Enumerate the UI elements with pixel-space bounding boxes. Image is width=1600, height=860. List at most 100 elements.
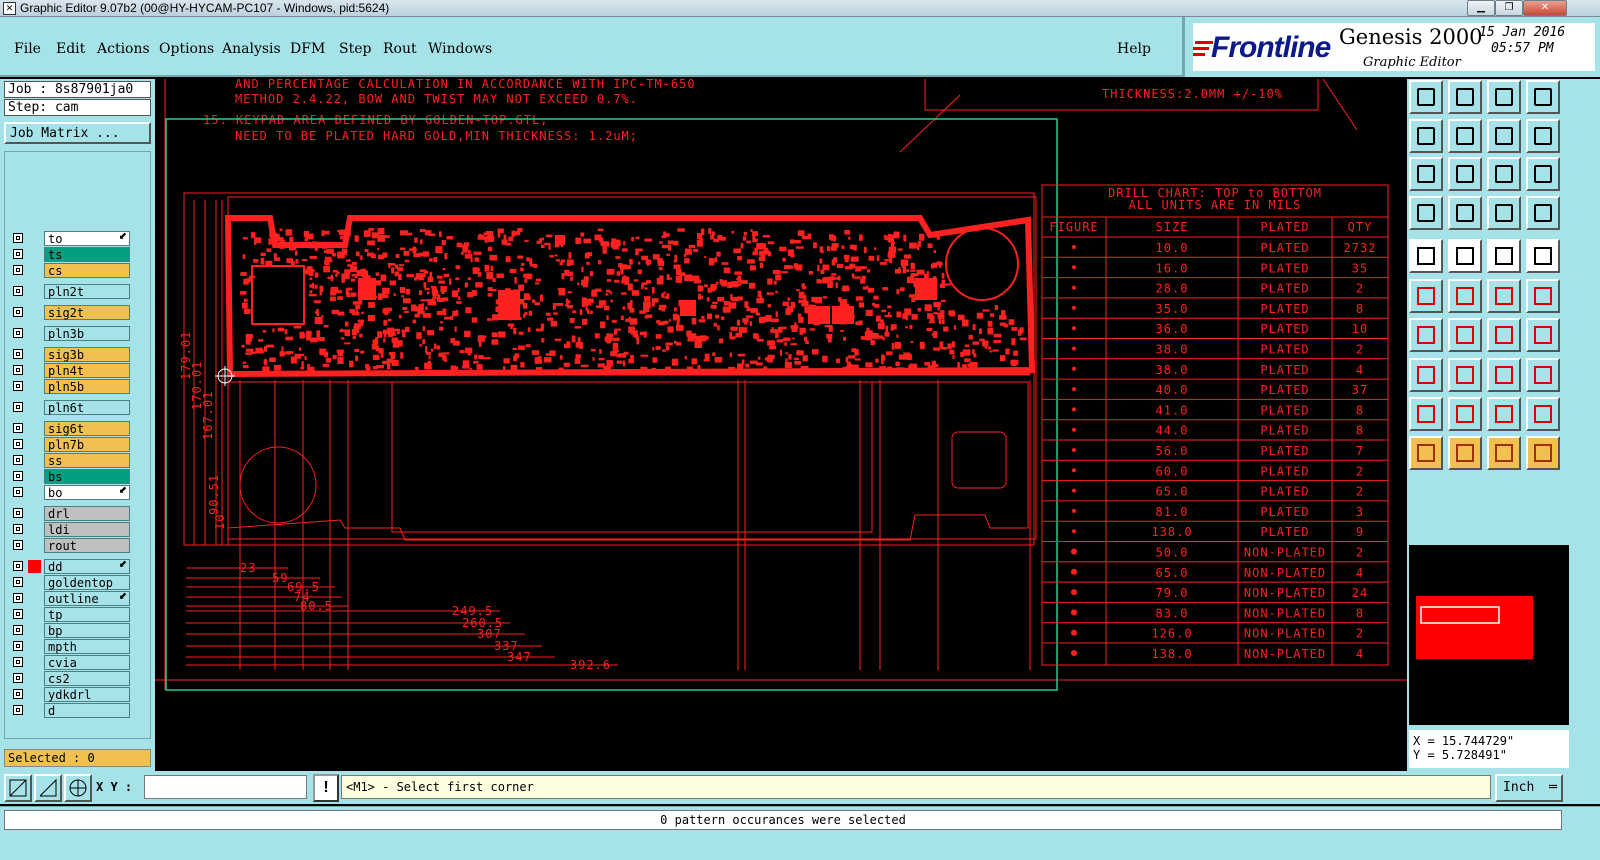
close-button[interactable]: ✕ <box>1523 0 1567 16</box>
layer-row-outline[interactable]: outline ⬋ <box>8 591 130 606</box>
layer-name[interactable]: bs <box>44 469 130 484</box>
layer-name[interactable]: to <box>44 231 130 246</box>
layer-name[interactable]: cvia <box>44 655 130 670</box>
dot-fill-button[interactable] <box>1526 239 1560 273</box>
layer-row-pln7b[interactable]: pln7b <box>8 437 130 452</box>
menu-actions[interactable]: Actions <box>97 41 150 57</box>
menu-help[interactable]: Help <box>1117 41 1151 57</box>
maximize-button[interactable]: ❐ <box>1495 0 1523 16</box>
wrench-button[interactable] <box>1409 196 1443 230</box>
query-button[interactable] <box>1526 157 1560 191</box>
layer-name[interactable]: bp <box>44 623 130 638</box>
layer-name[interactable]: ldi <box>44 522 130 537</box>
diag-red-button[interactable] <box>1526 279 1560 313</box>
layer-row-ss[interactable]: ss <box>8 453 130 468</box>
layer-row-sig6t[interactable]: sig6t <box>8 421 130 436</box>
node-x-button[interactable] <box>1448 279 1482 313</box>
layer-name[interactable]: pln5b <box>44 379 130 394</box>
layer-name[interactable]: dd <box>44 559 130 574</box>
circle-select-button[interactable] <box>1409 239 1443 273</box>
layer-checkbox[interactable] <box>13 423 23 433</box>
layer-checkbox[interactable] <box>13 381 23 391</box>
layer-name[interactable]: ydkdrl <box>44 687 130 702</box>
ruler-button[interactable] <box>1487 239 1521 273</box>
move-red-button[interactable] <box>1487 279 1521 313</box>
layer-name[interactable]: bo <box>44 485 130 500</box>
arc-draw-button[interactable] <box>1448 318 1482 352</box>
layer-checkbox[interactable] <box>13 307 23 317</box>
layer-row-d[interactable]: d <box>8 703 130 718</box>
layer-checkbox[interactable] <box>13 455 23 465</box>
layer-checkbox[interactable] <box>13 233 23 243</box>
layer-name[interactable]: sig3b <box>44 347 130 362</box>
layer-checkbox[interactable] <box>13 657 23 667</box>
layer-row-ts[interactable]: ts <box>8 247 130 262</box>
layer-name[interactable]: pln7b <box>44 437 130 452</box>
layer-checkbox[interactable] <box>13 265 23 275</box>
connect-button[interactable] <box>1448 196 1482 230</box>
layer-name[interactable]: rout <box>44 538 130 553</box>
layer-name[interactable]: ss <box>44 453 130 468</box>
menu-analysis[interactable]: Analysis <box>222 41 281 57</box>
layer-checkbox[interactable] <box>13 641 23 651</box>
layer-checkbox[interactable] <box>13 286 23 296</box>
red-select-button[interactable] <box>1487 196 1521 230</box>
triangle-4-button[interactable] <box>1526 397 1560 431</box>
pointer-1-button[interactable] <box>1409 436 1443 470</box>
layer-row-tp[interactable]: tp <box>8 607 130 622</box>
layer-checkbox[interactable] <box>13 625 23 635</box>
step-down-button[interactable] <box>1448 80 1482 114</box>
menu-options[interactable]: Options <box>159 41 214 57</box>
layer-name[interactable]: sig6t <box>44 421 130 436</box>
layer-name[interactable]: cs2 <box>44 671 130 686</box>
pcb-drawing[interactable]: AND PERCENTAGE CALCULATION IN ACCORDANCE… <box>155 79 1407 771</box>
pointer-4-button[interactable] <box>1526 436 1560 470</box>
alert-icon[interactable]: ! <box>313 774 339 802</box>
red-grid-button[interactable] <box>1526 196 1560 230</box>
layer-checkbox[interactable] <box>13 402 23 412</box>
layer-name[interactable]: ts <box>44 247 130 262</box>
layer-name[interactable]: outline <box>44 591 130 606</box>
layer-name[interactable]: drl <box>44 506 130 521</box>
layer-row-cs2[interactable]: cs2 <box>8 671 130 686</box>
home-button[interactable] <box>1487 80 1521 114</box>
layer-checkbox[interactable] <box>13 508 23 518</box>
layer-checkbox[interactable] <box>13 249 23 259</box>
graphic-canvas[interactable]: AND PERCENTAGE CALCULATION IN ACCORDANCE… <box>155 79 1407 771</box>
job-matrix-button[interactable]: Job Matrix ... <box>4 122 151 144</box>
layer-row-drl[interactable]: drl <box>8 506 130 521</box>
layer-row-sig2t[interactable]: sig2t <box>8 305 130 320</box>
layer-checkbox[interactable] <box>13 609 23 619</box>
layer-row-to[interactable]: to ⬋ <box>8 231 130 246</box>
zoom-center-button[interactable] <box>1448 157 1482 191</box>
link-nodes-button[interactable] <box>1409 279 1443 313</box>
copy-shape-button[interactable] <box>1526 358 1560 392</box>
layer-name[interactable]: pln6t <box>44 400 130 415</box>
minimize-button[interactable]: ▁ <box>1467 0 1495 16</box>
layer-checkbox[interactable] <box>13 487 23 497</box>
layer-checkbox[interactable] <box>13 689 23 699</box>
layer-row-pln3b[interactable]: pln3b <box>8 326 130 341</box>
layer-row-ldi[interactable]: ldi <box>8 522 130 537</box>
snap-back-button[interactable] <box>1487 119 1521 153</box>
frame-edit-button[interactable] <box>1487 358 1521 392</box>
node-edit-button[interactable] <box>1409 358 1443 392</box>
layer-row-ydkdrl[interactable]: ydkdrl <box>8 687 130 702</box>
layer-name[interactable]: goldentop <box>44 575 130 590</box>
layer-checkbox[interactable] <box>13 439 23 449</box>
layer-name[interactable]: tp <box>44 607 130 622</box>
pentagon-button[interactable] <box>1448 239 1482 273</box>
line-draw-button[interactable] <box>1409 318 1443 352</box>
menu-file[interactable]: File <box>14 41 41 57</box>
zoom-box-button[interactable] <box>4 774 32 802</box>
triangle-1-button[interactable] <box>1409 397 1443 431</box>
layer-name[interactable]: sig2t <box>44 305 130 320</box>
triangle-3-button[interactable] <box>1487 397 1521 431</box>
layer-checkbox[interactable] <box>13 673 23 683</box>
zoom-area-button[interactable] <box>1409 157 1443 191</box>
triangle-2-button[interactable] <box>1448 397 1482 431</box>
layer-name[interactable]: d <box>44 703 130 718</box>
layer-row-sig3b[interactable]: sig3b <box>8 347 130 362</box>
layer-checkbox[interactable] <box>13 561 23 571</box>
layer-checkbox[interactable] <box>13 471 23 481</box>
